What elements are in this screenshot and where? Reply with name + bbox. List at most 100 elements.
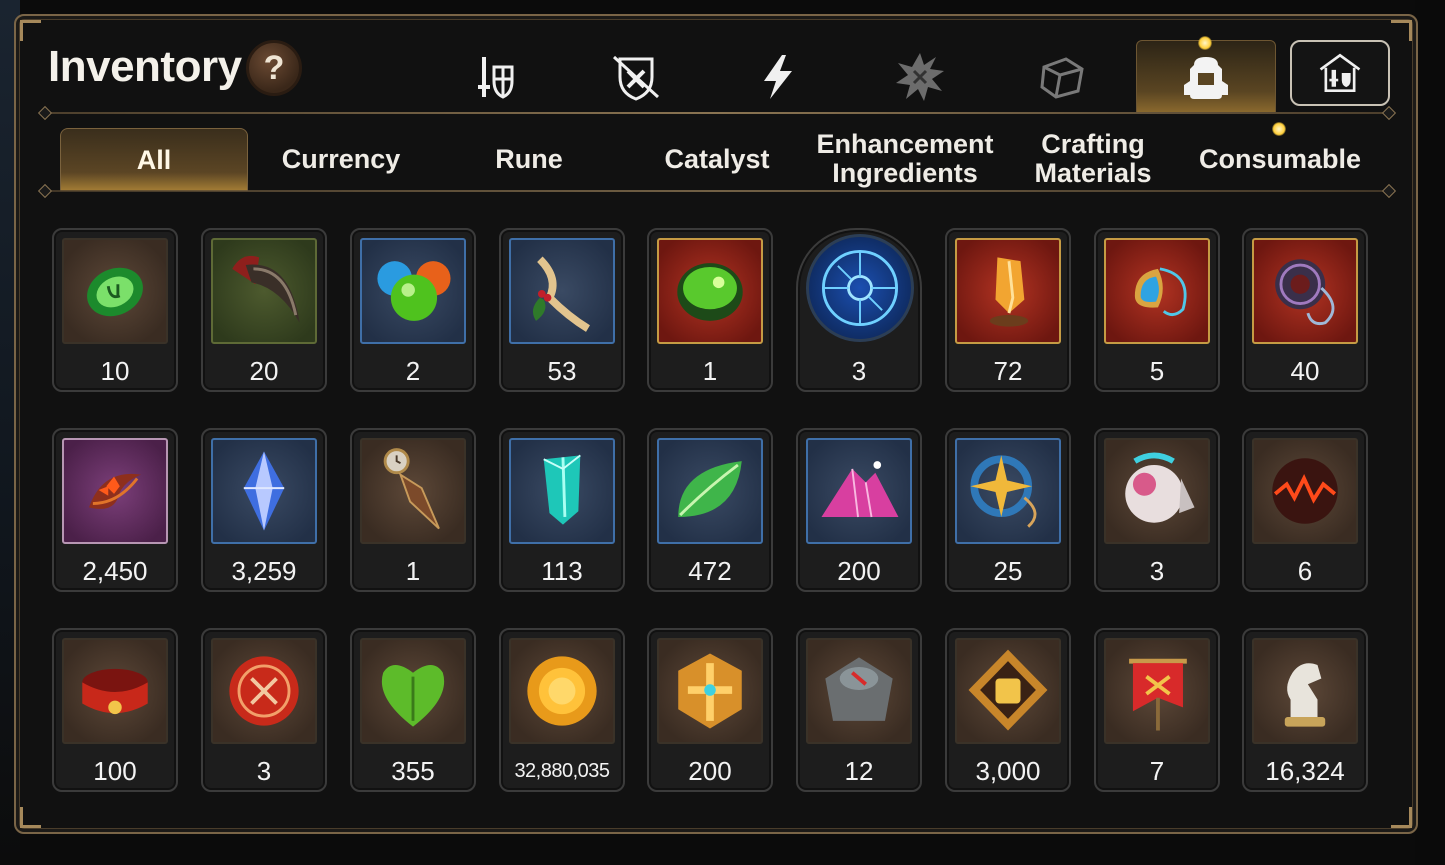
tab-equipment[interactable] <box>434 44 554 110</box>
inventory-slot[interactable]: 25 <box>945 428 1071 592</box>
stone-compass-icon <box>806 638 912 744</box>
tab-inventory[interactable] <box>1136 40 1276 114</box>
inventory-slot[interactable]: 2,450 <box>52 428 178 592</box>
gold-hex-emblem-icon <box>657 638 763 744</box>
dark-ring-charm-icon <box>1252 238 1358 344</box>
item-count: 2,450 <box>82 556 148 586</box>
colored-orbs-icon <box>360 238 466 344</box>
help-button[interactable]: ? <box>246 40 302 96</box>
orange-crystal-icon <box>955 238 1061 344</box>
item-count: 16,324 <box>1265 756 1345 786</box>
inventory-slot[interactable]: 1 <box>647 228 773 392</box>
panel-corner <box>1391 807 1412 828</box>
filter-tab-all[interactable]: All <box>60 128 248 191</box>
inventory-slot[interactable]: 113 <box>499 428 625 592</box>
item-count: 472 <box>688 556 732 586</box>
item-count: 200 <box>837 556 881 586</box>
item-count: 32,880,035 <box>514 760 610 782</box>
item-count: 200 <box>688 756 732 786</box>
filter-tab-catalyst[interactable]: Catalyst <box>624 128 810 190</box>
red-war-banner-icon <box>1104 638 1210 744</box>
inventory-slot[interactable]: 16,324 <box>1242 628 1368 792</box>
spiky-emblem-icon <box>896 53 944 101</box>
inventory-slot[interactable]: 10 <box>52 228 178 392</box>
item-count: 6 <box>1297 556 1313 586</box>
inventory-slot[interactable]: 3,000 <box>945 628 1071 792</box>
green-potion-bowl-icon <box>657 238 763 344</box>
inventory-slot[interactable]: 3 <box>796 228 922 392</box>
inventory-slot[interactable]: 200 <box>796 428 922 592</box>
inventory-slot[interactable]: 6 <box>1242 428 1368 592</box>
filter-tab-rune[interactable]: Rune <box>436 128 622 190</box>
item-count: 53 <box>547 356 577 386</box>
storage-house-icon <box>1319 53 1361 93</box>
beast-claw-icon <box>211 238 317 344</box>
inventory-slot[interactable]: 5 <box>1094 228 1220 392</box>
inventory-slot[interactable]: 3 <box>1094 428 1220 592</box>
inventory-slot[interactable]: 100 <box>52 628 178 792</box>
blue-crystal-shard-icon <box>211 438 317 544</box>
inventory-slot[interactable]: 1 <box>350 428 476 592</box>
inventory-slot[interactable]: 2 <box>350 228 476 392</box>
tab-storage[interactable] <box>1290 40 1390 106</box>
filter-tab-enhancement-ingredients[interactable]: Enhancement Ingredients <box>812 128 998 190</box>
blue-gem-pendant-icon <box>1104 238 1210 344</box>
pink-crystal-pile-icon <box>806 438 912 544</box>
item-count: 3,259 <box>231 556 297 586</box>
item-count: 72 <box>993 356 1023 386</box>
item-count: 12 <box>844 756 874 786</box>
panel-corner <box>1391 20 1412 41</box>
filter-tab-currency[interactable]: Currency <box>250 128 432 190</box>
red-flower-crescent-icon <box>62 438 168 544</box>
inventory-slot[interactable]: 200 <box>647 628 773 792</box>
item-count: 3,000 <box>975 756 1041 786</box>
item-count: 3 <box>851 356 867 386</box>
blue-circuit-sigil-icon <box>806 234 914 342</box>
inventory-slot[interactable]: 355 <box>350 628 476 792</box>
inventory-slot[interactable]: 20 <box>201 228 327 392</box>
item-count: 5 <box>1149 356 1165 386</box>
inventory-slot[interactable]: 72 <box>945 228 1071 392</box>
filter-tab-consumable[interactable]: Consumable <box>1188 128 1372 190</box>
inventory-slot[interactable]: 7 <box>1094 628 1220 792</box>
item-count: 40 <box>1290 356 1320 386</box>
page-title: Inventory <box>48 42 242 91</box>
item-count: 10 <box>100 356 130 386</box>
tab-emblem[interactable] <box>860 44 980 110</box>
knight-chess-piece-icon <box>1252 638 1358 744</box>
item-count: 355 <box>391 756 435 786</box>
lightning-icon <box>764 55 792 99</box>
inventory-slot[interactable]: 3,259 <box>201 428 327 592</box>
inventory-slot[interactable]: 12 <box>796 628 922 792</box>
item-count: 2 <box>405 356 421 386</box>
filter-tab-crafting-materials[interactable]: Crafting Materials <box>1000 128 1186 190</box>
inventory-slot[interactable]: 3 <box>201 628 327 792</box>
panel-corner <box>20 807 41 828</box>
green-heart-icon <box>360 638 466 744</box>
backpack-icon <box>1184 57 1228 99</box>
cube-icon <box>1040 57 1084 99</box>
item-count: 3 <box>256 756 272 786</box>
green-rune-stone-icon <box>62 238 168 344</box>
red-bracelet-icon <box>62 638 168 744</box>
background-edge-right <box>1415 0 1445 865</box>
item-count: 3 <box>1149 556 1165 586</box>
divider <box>44 112 1390 114</box>
inventory-slot[interactable]: 40 <box>1242 228 1368 392</box>
tab-materials[interactable] <box>1002 44 1122 110</box>
inventory-slot[interactable]: 472 <box>647 428 773 592</box>
herb-root-icon <box>509 238 615 344</box>
inventory-slot[interactable]: 53 <box>499 228 625 392</box>
tab-skills[interactable] <box>718 44 838 110</box>
gold-star-amulet-icon <box>955 438 1061 544</box>
green-leaf-icon <box>657 438 763 544</box>
crossed-out-shield-icon <box>612 55 660 101</box>
mechanical-orb-icon <box>1104 438 1210 544</box>
bookmark-clock-icon <box>360 438 466 544</box>
red-seal-badge-icon <box>211 638 317 744</box>
inventory-slot[interactable]: 32,880,035 <box>499 628 625 792</box>
divider <box>44 190 1390 192</box>
notification-glow <box>1198 36 1212 50</box>
item-count: 20 <box>249 356 279 386</box>
tab-defense[interactable] <box>576 44 696 110</box>
